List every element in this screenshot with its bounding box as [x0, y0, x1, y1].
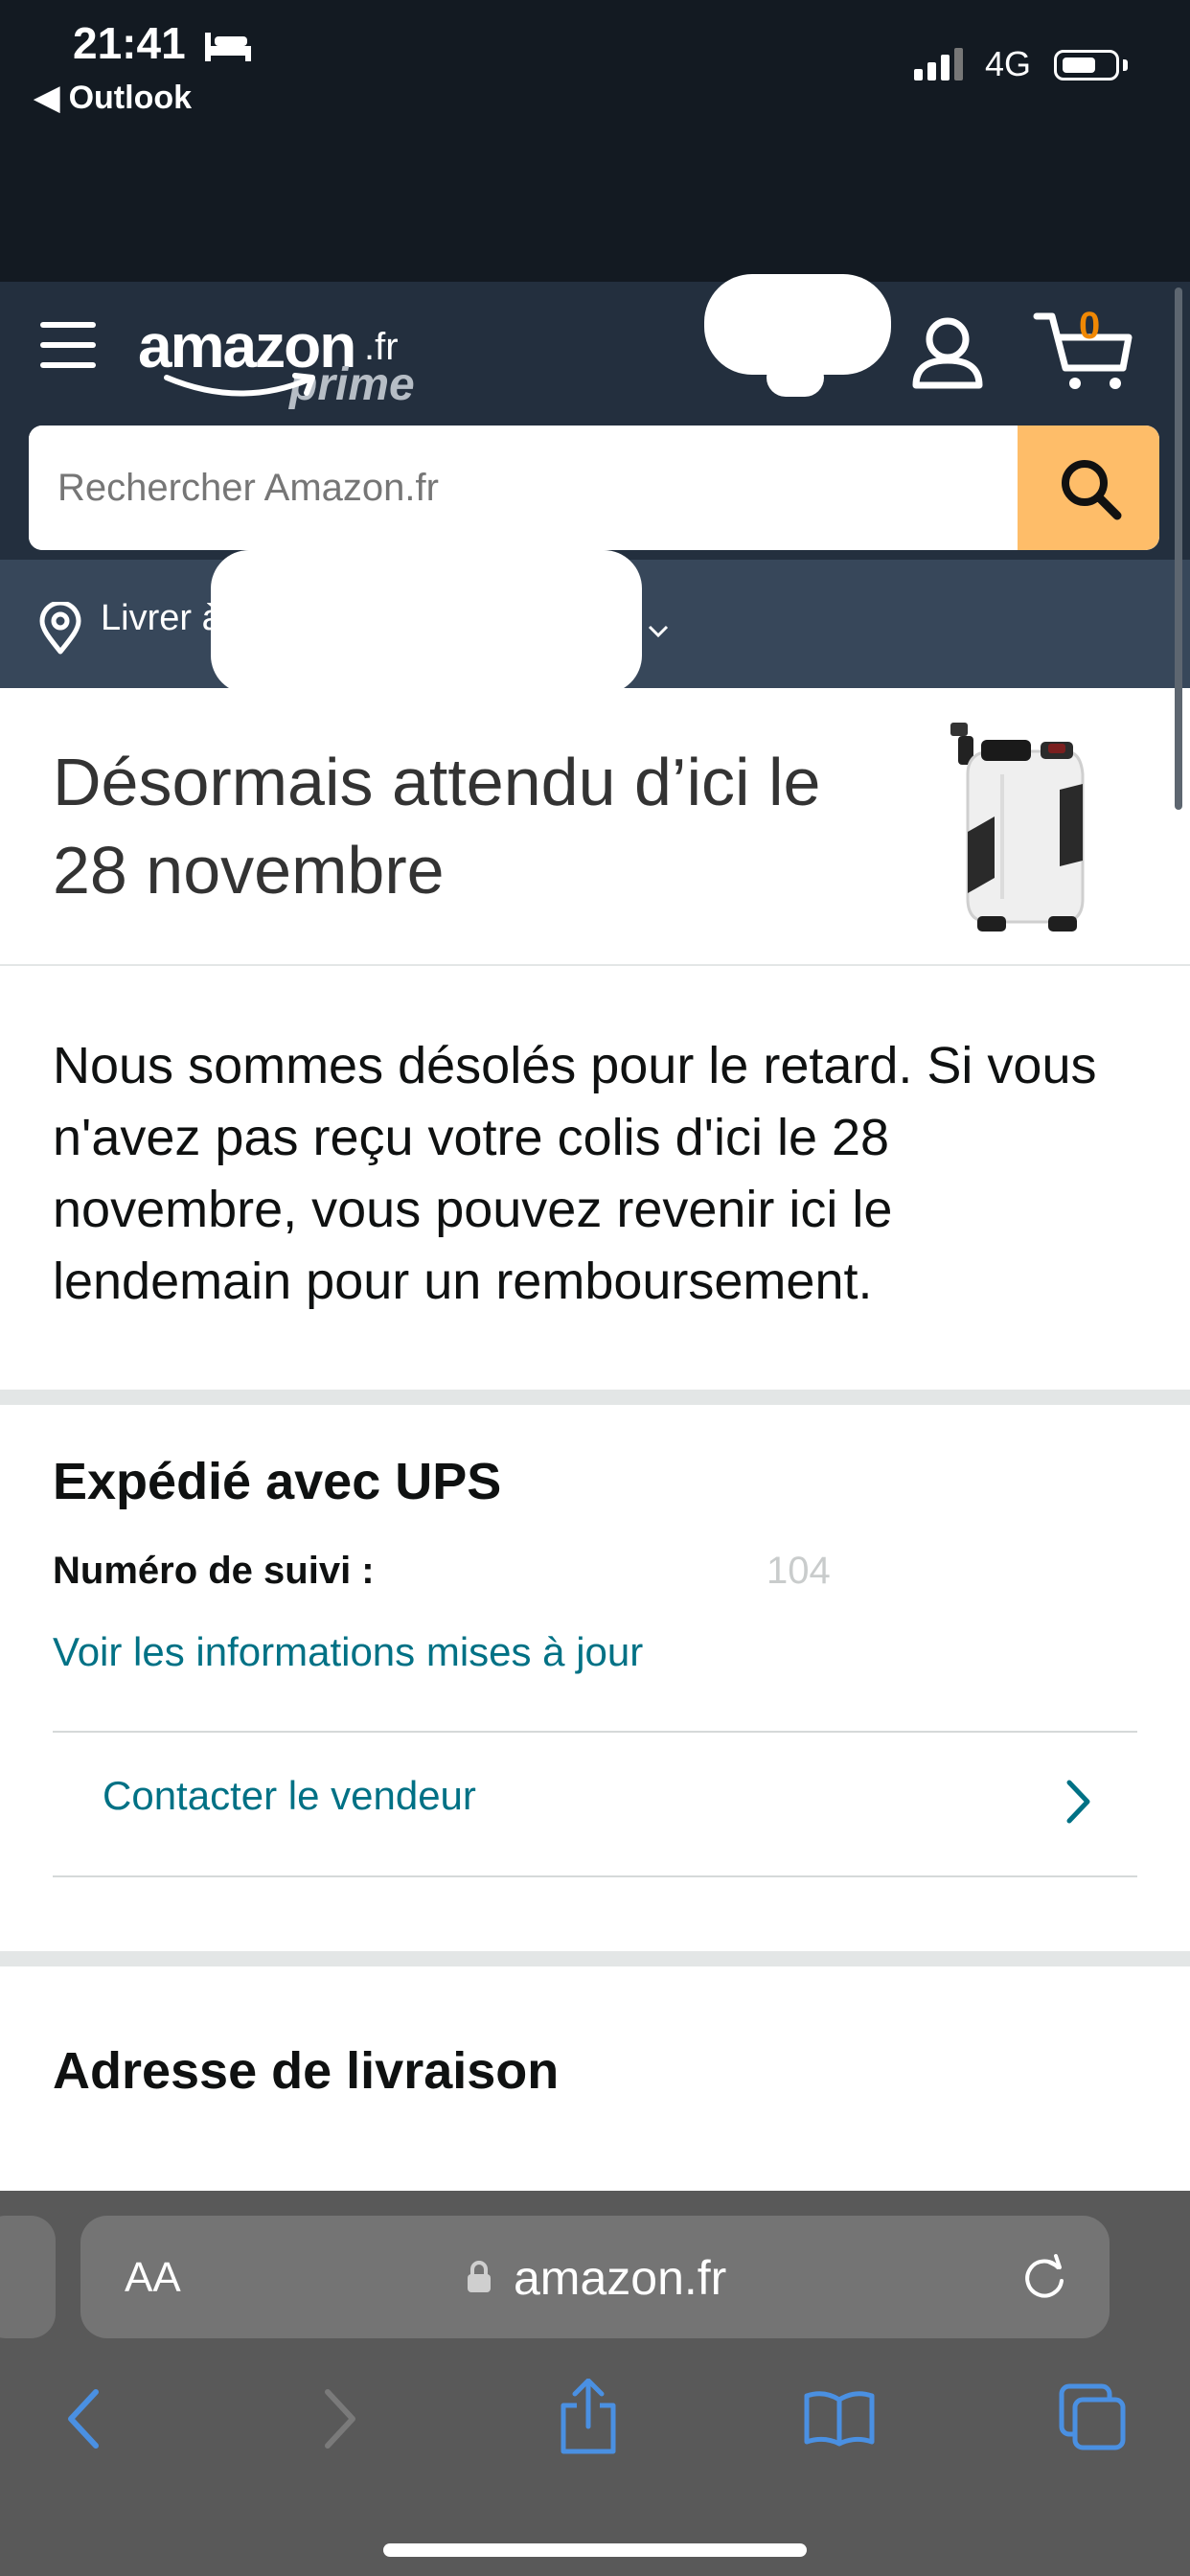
safari-toolbar: AA amazon.fr	[0, 2191, 1190, 2576]
back-icon[interactable]	[63, 2388, 102, 2450]
amazon-header: amazon .fr prime e › 0	[0, 274, 1190, 560]
divider	[0, 964, 1190, 966]
search-button[interactable]	[1018, 426, 1159, 550]
previous-tab[interactable]	[0, 2216, 56, 2338]
address-bar[interactable]: AA amazon.fr	[80, 2216, 1110, 2338]
delivery-title: Désormais attendu d’ici le 28 novembre	[53, 745, 821, 908]
back-to-app-link[interactable]: ◀ Outlook	[34, 79, 192, 117]
status-time: 21:41	[73, 18, 186, 68]
divider	[53, 1875, 1137, 1877]
reload-icon[interactable]	[1019, 2252, 1069, 2302]
deliver-to-bar[interactable]: Livrer à	[0, 550, 1190, 694]
search-bar	[29, 426, 1159, 550]
section-divider	[0, 1951, 1190, 1966]
cart-count: 0	[1079, 305, 1101, 347]
chevron-right-icon	[1066, 1780, 1090, 1824]
delay-message: Nous sommes désolés pour le retard. Si v…	[53, 1037, 1097, 1310]
tabs-icon[interactable]	[1058, 2382, 1127, 2451]
account-icon[interactable]	[910, 316, 985, 389]
lock-icon	[468, 2261, 491, 2292]
share-icon[interactable]	[558, 2379, 619, 2455]
smile-icon	[164, 373, 315, 397]
contact-seller-label: Contacter le vendeur	[103, 1773, 476, 1818]
home-indicator	[383, 2543, 807, 2557]
address-title: Adresse de livraison	[53, 2042, 560, 2100]
contact-seller-row[interactable]: Contacter le vendeur	[53, 1733, 1137, 1876]
status-bar: 21:41 ◀ Outlook 4G	[0, 0, 1190, 282]
carrier-title: Expédié avec UPS	[53, 1453, 502, 1510]
redaction	[211, 550, 642, 694]
battery-icon	[1054, 50, 1119, 80]
forward-icon[interactable]	[322, 2388, 360, 2450]
tracking-number: 104	[767, 1550, 831, 1592]
page-scrollbar[interactable]	[1175, 288, 1182, 810]
menu-icon[interactable]	[38, 318, 100, 372]
amazon-logo[interactable]: amazon .fr prime	[134, 301, 422, 410]
tracking-label: Numéro de suivi :	[53, 1550, 375, 1592]
product-image[interactable]	[949, 717, 1092, 939]
deliver-label: Livrer à	[101, 598, 222, 638]
text-size-button[interactable]: AA	[125, 2254, 181, 2302]
bookmarks-icon[interactable]	[803, 2388, 876, 2448]
carrier-label: 4G	[985, 44, 1032, 83]
location-pin-icon	[39, 602, 81, 655]
section-divider	[0, 1390, 1190, 1405]
search-icon	[1062, 460, 1122, 520]
signal-icon	[914, 46, 972, 80]
bed-icon	[205, 33, 251, 61]
tracking-update-link[interactable]: Voir les informations mises à jour	[53, 1629, 643, 1675]
search-input[interactable]	[29, 426, 1016, 550]
url-text: amazon.fr	[514, 2251, 727, 2305]
chevron-down-icon	[648, 625, 669, 638]
